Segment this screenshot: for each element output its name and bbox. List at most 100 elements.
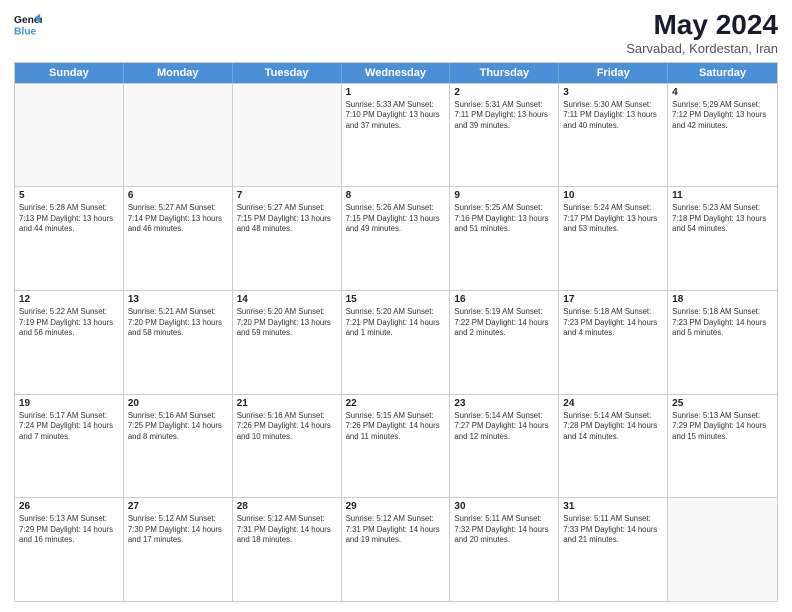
day-info: Sunrise: 5:27 AM Sunset: 7:14 PM Dayligh… xyxy=(128,203,228,235)
day-cell-29: 29 Sunrise: 5:12 AM Sunset: 7:31 PM Dayli… xyxy=(342,498,451,601)
day-header-monday: Monday xyxy=(124,63,233,83)
day-info: Sunrise: 5:16 AM Sunset: 7:25 PM Dayligh… xyxy=(128,411,228,443)
day-info: Sunrise: 5:14 AM Sunset: 7:28 PM Dayligh… xyxy=(563,411,663,443)
day-number: 22 xyxy=(346,398,446,409)
day-number: 7 xyxy=(237,190,337,201)
day-info: Sunrise: 5:27 AM Sunset: 7:15 PM Dayligh… xyxy=(237,203,337,235)
day-number: 20 xyxy=(128,398,228,409)
day-header-sunday: Sunday xyxy=(15,63,124,83)
day-info: Sunrise: 5:19 AM Sunset: 7:22 PM Dayligh… xyxy=(454,307,554,339)
day-cell-1: 1 Sunrise: 5:33 AM Sunset: 7:10 PM Daylig… xyxy=(342,84,451,187)
day-info: Sunrise: 5:15 AM Sunset: 7:26 PM Dayligh… xyxy=(346,411,446,443)
day-info: Sunrise: 5:33 AM Sunset: 7:10 PM Dayligh… xyxy=(346,100,446,132)
day-number: 3 xyxy=(563,87,663,98)
calendar-week-1: 1 Sunrise: 5:33 AM Sunset: 7:10 PM Daylig… xyxy=(15,83,777,187)
day-number: 17 xyxy=(563,294,663,305)
day-cell-9: 9 Sunrise: 5:25 AM Sunset: 7:16 PM Daylig… xyxy=(450,187,559,290)
day-cell-3: 3 Sunrise: 5:30 AM Sunset: 7:11 PM Daylig… xyxy=(559,84,668,187)
day-cell-26: 26Sunrise: 5:13 AM Sunset: 7:29 PM Dayli… xyxy=(15,498,124,601)
day-cell-17: 17 Sunrise: 5:18 AM Sunset: 7:23 PM Dayli… xyxy=(559,291,668,394)
day-cell-22: 22 Sunrise: 5:15 AM Sunset: 7:26 PM Dayli… xyxy=(342,395,451,498)
day-number: 24 xyxy=(563,398,663,409)
day-cell-14: 14Sunrise: 5:20 AM Sunset: 7:20 PM Dayli… xyxy=(233,291,342,394)
day-info: Sunrise: 5:11 AM Sunset: 7:32 PM Dayligh… xyxy=(454,514,554,546)
day-info: Sunrise: 5:18 AM Sunset: 7:23 PM Dayligh… xyxy=(563,307,663,339)
day-info: Sunrise: 5:29 AM Sunset: 7:12 PM Dayligh… xyxy=(672,100,773,132)
day-cell-15: 15Sunrise: 5:20 AM Sunset: 7:21 PM Dayli… xyxy=(342,291,451,394)
empty-cell xyxy=(668,498,777,601)
day-number: 19 xyxy=(19,398,119,409)
day-number: 9 xyxy=(454,190,554,201)
empty-cell xyxy=(124,84,233,187)
day-cell-13: 13 Sunrise: 5:21 AM Sunset: 7:20 PM Dayli… xyxy=(124,291,233,394)
subtitle: Sarvabad, Kordestan, Iran xyxy=(626,41,778,56)
day-info: Sunrise: 5:23 AM Sunset: 7:18 PM Dayligh… xyxy=(672,203,773,235)
day-cell-20: 20 Sunrise: 5:16 AM Sunset: 7:25 PM Dayli… xyxy=(124,395,233,498)
day-cell-21: 21Sunrise: 5:16 AM Sunset: 7:26 PM Dayli… xyxy=(233,395,342,498)
day-header-wednesday: Wednesday xyxy=(342,63,451,83)
day-info: Sunrise: 5:13 AM Sunset: 7:29 PM Dayligh… xyxy=(672,411,773,443)
day-cell-12: 12 Sunrise: 5:22 AM Sunset: 7:19 PM Dayli… xyxy=(15,291,124,394)
day-info: Sunrise: 5:22 AM Sunset: 7:19 PM Dayligh… xyxy=(19,307,119,339)
day-number: 8 xyxy=(346,190,446,201)
day-number: 14 xyxy=(237,294,337,305)
day-info: Sunrise: 5:18 AM Sunset: 7:23 PM Dayligh… xyxy=(672,307,773,339)
svg-text:Blue: Blue xyxy=(14,26,37,37)
day-info: Sunrise: 5:17 AM Sunset: 7:24 PM Dayligh… xyxy=(19,411,119,443)
day-info: Sunrise: 5:28 AM Sunset: 7:13 PM Dayligh… xyxy=(19,203,119,235)
day-cell-7: 7 Sunrise: 5:27 AM Sunset: 7:15 PM Daylig… xyxy=(233,187,342,290)
title-block: May 2024 Sarvabad, Kordestan, Iran xyxy=(626,10,778,56)
day-number: 11 xyxy=(672,190,773,201)
day-number: 18 xyxy=(672,294,773,305)
day-cell-2: 2 Sunrise: 5:31 AM Sunset: 7:11 PM Daylig… xyxy=(450,84,559,187)
day-info: Sunrise: 5:12 AM Sunset: 7:31 PM Dayligh… xyxy=(346,514,446,546)
day-cell-28: 28 Sunrise: 5:12 AM Sunset: 7:31 PM Dayli… xyxy=(233,498,342,601)
day-header-thursday: Thursday xyxy=(450,63,559,83)
day-cell-30: 30Sunrise: 5:11 AM Sunset: 7:32 PM Dayli… xyxy=(450,498,559,601)
day-cell-5: 5 Sunrise: 5:28 AM Sunset: 7:13 PM Daylig… xyxy=(15,187,124,290)
day-header-saturday: Saturday xyxy=(668,63,777,83)
day-cell-27: 27Sunrise: 5:12 AM Sunset: 7:30 PM Dayli… xyxy=(124,498,233,601)
day-cell-6: 6 Sunrise: 5:27 AM Sunset: 7:14 PM Daylig… xyxy=(124,187,233,290)
day-number: 29 xyxy=(346,501,446,512)
day-number: 1 xyxy=(346,87,446,98)
logo-icon: General Blue xyxy=(14,10,42,38)
day-info: Sunrise: 5:30 AM Sunset: 7:11 PM Dayligh… xyxy=(563,100,663,132)
day-number: 13 xyxy=(128,294,228,305)
day-info: Sunrise: 5:13 AM Sunset: 7:29 PM Dayligh… xyxy=(19,514,119,546)
day-cell-24: 24 Sunrise: 5:14 AM Sunset: 7:28 PM Dayli… xyxy=(559,395,668,498)
day-cell-31: 31Sunrise: 5:11 AM Sunset: 7:33 PM Dayli… xyxy=(559,498,668,601)
header: General Blue May 2024 Sarvabad, Kordesta… xyxy=(14,10,778,56)
day-number: 5 xyxy=(19,190,119,201)
day-info: Sunrise: 5:11 AM Sunset: 7:33 PM Dayligh… xyxy=(563,514,663,546)
day-cell-8: 8Sunrise: 5:26 AM Sunset: 7:15 PM Daylig… xyxy=(342,187,451,290)
day-number: 6 xyxy=(128,190,228,201)
empty-cell xyxy=(233,84,342,187)
day-cell-18: 18 Sunrise: 5:18 AM Sunset: 7:23 PM Dayli… xyxy=(668,291,777,394)
day-number: 23 xyxy=(454,398,554,409)
day-header-friday: Friday xyxy=(559,63,668,83)
day-info: Sunrise: 5:25 AM Sunset: 7:16 PM Dayligh… xyxy=(454,203,554,235)
day-number: 28 xyxy=(237,501,337,512)
day-cell-19: 19 Sunrise: 5:17 AM Sunset: 7:24 PM Dayli… xyxy=(15,395,124,498)
day-number: 25 xyxy=(672,398,773,409)
month-title: May 2024 xyxy=(626,10,778,41)
day-info: Sunrise: 5:21 AM Sunset: 7:20 PM Dayligh… xyxy=(128,307,228,339)
calendar-week-5: 26Sunrise: 5:13 AM Sunset: 7:29 PM Dayli… xyxy=(15,497,777,601)
day-info: Sunrise: 5:14 AM Sunset: 7:27 PM Dayligh… xyxy=(454,411,554,443)
empty-cell xyxy=(15,84,124,187)
day-number: 16 xyxy=(454,294,554,305)
calendar-week-2: 5 Sunrise: 5:28 AM Sunset: 7:13 PM Daylig… xyxy=(15,186,777,290)
day-cell-25: 25 Sunrise: 5:13 AM Sunset: 7:29 PM Dayli… xyxy=(668,395,777,498)
day-number: 12 xyxy=(19,294,119,305)
day-cell-10: 10 Sunrise: 5:24 AM Sunset: 7:17 PM Dayli… xyxy=(559,187,668,290)
day-info: Sunrise: 5:20 AM Sunset: 7:21 PM Dayligh… xyxy=(346,307,446,339)
day-number: 10 xyxy=(563,190,663,201)
calendar-week-4: 19 Sunrise: 5:17 AM Sunset: 7:24 PM Dayli… xyxy=(15,394,777,498)
day-info: Sunrise: 5:31 AM Sunset: 7:11 PM Dayligh… xyxy=(454,100,554,132)
day-number: 4 xyxy=(672,87,773,98)
day-info: Sunrise: 5:24 AM Sunset: 7:17 PM Dayligh… xyxy=(563,203,663,235)
logo: General Blue xyxy=(14,10,42,38)
day-number: 2 xyxy=(454,87,554,98)
day-info: Sunrise: 5:12 AM Sunset: 7:31 PM Dayligh… xyxy=(237,514,337,546)
